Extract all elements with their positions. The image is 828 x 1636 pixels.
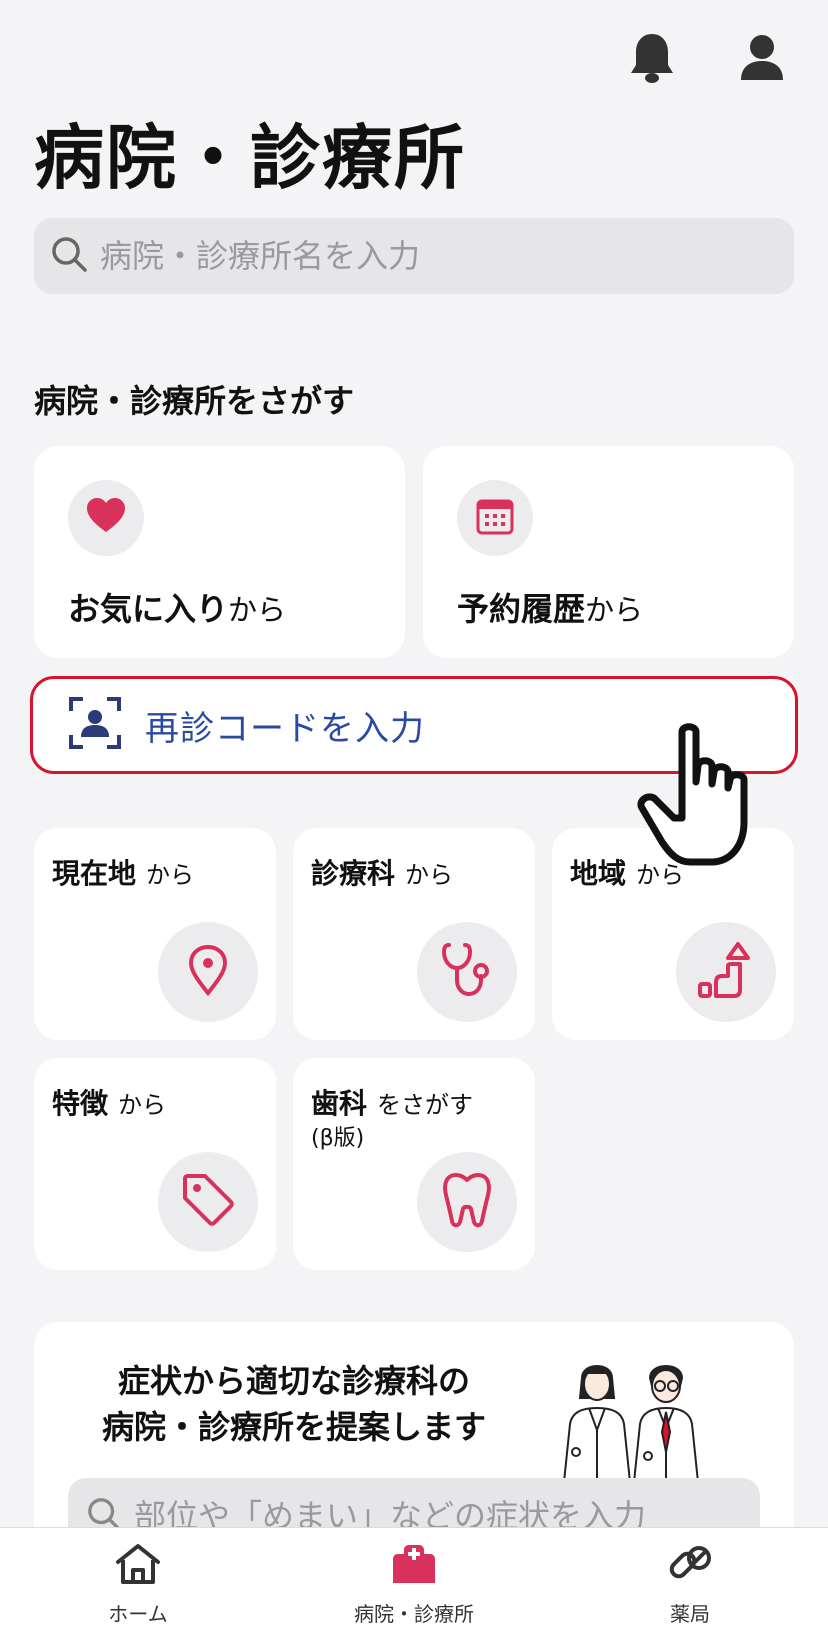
reservation-history-card[interactable]: 予約履歴から (423, 446, 794, 658)
favorites-icon-circle (68, 480, 144, 556)
current-location-suffix: から (146, 861, 195, 889)
dental-beta-label: (β版) (311, 1126, 365, 1151)
nav-hospital-label: 病院・診療所 (354, 1602, 474, 1626)
revisit-code-label: 再診コードを入力 (145, 708, 425, 749)
dental-suffix: をさがす (377, 1091, 474, 1119)
page-title: 病院・診療所 (34, 117, 466, 199)
pointer-hand-icon (636, 722, 766, 876)
hospital-icon (390, 1542, 438, 1590)
nav-home[interactable]: ホーム (0, 1528, 276, 1636)
promo-line-1: 症状から適切な診療科の (117, 1362, 470, 1400)
current-location-main: 現在地 (52, 857, 137, 890)
hospital-search-input[interactable] (100, 237, 740, 275)
favorites-main-text: お気に入り (68, 590, 229, 628)
calendar-icon (475, 496, 515, 540)
bottom-nav: ホーム 病院・診療所 薬局 (0, 1527, 828, 1636)
features-card[interactable]: 特徴 から (34, 1058, 276, 1270)
reservation-icon-circle (457, 480, 533, 556)
region-main: 地域 (570, 857, 627, 890)
favorites-label: お気に入りから (68, 584, 286, 630)
dental-card[interactable]: 歯科 をさがす (β版) (293, 1058, 535, 1270)
department-main: 診療科 (311, 857, 396, 890)
tooth-icon (442, 1171, 492, 1233)
promo-text: 症状から適切な診療科の 病院・診療所を提案します (94, 1358, 494, 1450)
pill-icon (666, 1542, 714, 1590)
nav-hospital[interactable]: 病院・診療所 (276, 1528, 552, 1636)
dental-main: 歯科 (311, 1087, 368, 1120)
tag-icon-circle (158, 1152, 258, 1252)
heart-icon (86, 498, 126, 538)
reservation-suffix-text: から (585, 593, 644, 627)
face-scan-icon (69, 697, 121, 753)
stethoscope-icon-circle (417, 922, 517, 1022)
department-card[interactable]: 診療科 から (293, 828, 535, 1040)
features-label: 特徴 から (52, 1082, 166, 1122)
dental-label: 歯科 をさがす (311, 1082, 473, 1122)
hospital-search-bar[interactable] (34, 218, 794, 294)
nav-pharmacy[interactable]: 薬局 (552, 1528, 828, 1636)
nav-home-label: ホーム (108, 1602, 168, 1626)
section-title: 病院・診療所をさがす (34, 382, 355, 420)
location-pin-icon (186, 944, 230, 1000)
nav-pharmacy-label: 薬局 (670, 1602, 710, 1626)
reservation-label: 予約履歴から (457, 584, 643, 630)
reservation-main-text: 予約履歴 (457, 590, 586, 628)
search-icon (50, 235, 88, 277)
doctors-illustration (554, 1352, 724, 1486)
department-label: 診療科 から (311, 852, 453, 892)
header-actions (624, 30, 790, 86)
tooth-icon-circle (417, 1152, 517, 1252)
bell-icon[interactable] (624, 30, 680, 86)
favorites-suffix-text: から (228, 593, 287, 627)
region-icon-circle (676, 922, 776, 1022)
favorites-card[interactable]: お気に入りから (34, 446, 405, 658)
user-icon[interactable] (734, 30, 790, 86)
features-suffix: から (118, 1091, 167, 1119)
stethoscope-icon (441, 942, 493, 1002)
current-location-label: 現在地 から (52, 852, 194, 892)
location-icon-circle (158, 922, 258, 1022)
department-suffix: から (405, 861, 454, 889)
home-icon (114, 1542, 162, 1590)
current-location-card[interactable]: 現在地 から (34, 828, 276, 1040)
features-main: 特徴 (52, 1087, 109, 1120)
promo-line-2: 病院・診療所を提案します (101, 1408, 486, 1446)
tag-icon (181, 1173, 235, 1231)
region-blocks-icon (696, 940, 756, 1004)
